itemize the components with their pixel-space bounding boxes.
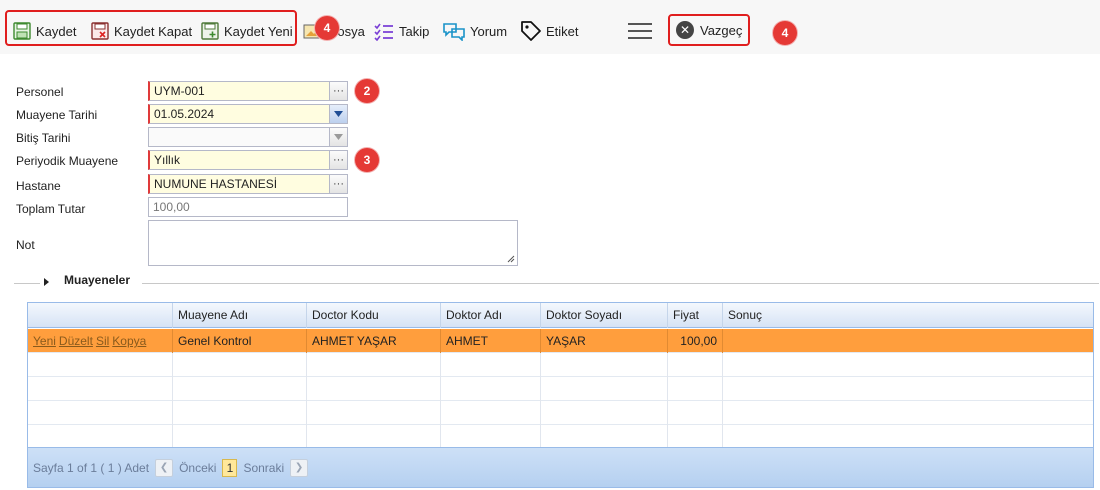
sil-link[interactable]: Sil: [96, 334, 109, 348]
kaydet-kapat-button[interactable]: Kaydet Kapat: [90, 18, 192, 44]
periyodik-lookup-button[interactable]: ···: [329, 151, 347, 169]
muayene-tarihi-value: 01.05.2024: [154, 107, 215, 121]
yeni-link[interactable]: Yeni: [33, 334, 56, 348]
kaydet-yeni-label: Kaydet Yeni: [224, 23, 293, 39]
next-page-icon[interactable]: ❯: [290, 458, 309, 477]
expand-arrow-icon[interactable]: [44, 278, 49, 286]
toplam-tutar-field: 100,00: [148, 197, 348, 217]
kaydet-yeni-button[interactable]: Kaydet Yeni: [200, 18, 293, 44]
kaydet-button[interactable]: Kaydet: [12, 18, 76, 44]
cell-fiyat: 100,00: [668, 329, 723, 353]
save-new-icon: [201, 22, 219, 40]
grid-header: Muayene Adı Doctor Kodu Doktor Adı Dokto…: [28, 303, 1093, 328]
hastane-value: NUMUNE HASTANESİ: [154, 177, 278, 191]
prev-page-label[interactable]: Önceki: [179, 461, 216, 475]
duzelt-link[interactable]: Düzelt: [59, 334, 93, 348]
etiket-label: Etiket: [546, 23, 579, 39]
yorum-label: Yorum: [470, 23, 508, 39]
column-header-actions: [28, 303, 173, 328]
table-row[interactable]: Yeni Düzelt Sil Kopya Genel Kontrol AHMET Y…: [28, 329, 1093, 353]
section-title[interactable]: Muayeneler: [64, 273, 130, 287]
periyodik-step-badge: 3: [355, 148, 379, 172]
cell-doctor-kodu: AHMET YAŞAR: [307, 329, 441, 353]
section-divider-right: [142, 283, 1099, 284]
kaydet-label: Kaydet: [36, 23, 77, 39]
hastane-field[interactable]: NUMUNE HASTANESİ ···: [148, 174, 348, 194]
save-close-icon: [91, 22, 109, 40]
vazgec-label: Vazgeç: [700, 22, 743, 38]
empty-row: [28, 401, 1093, 425]
section-divider-left: [14, 283, 40, 284]
not-textarea[interactable]: [148, 220, 518, 266]
personel-label: Personel: [16, 85, 64, 99]
takip-label: Takip: [399, 23, 430, 39]
takip-button[interactable]: Takip: [373, 18, 429, 44]
toolbar-step-badge: 4: [315, 16, 339, 40]
toplam-tutar-value: 100,00: [153, 200, 190, 214]
close-icon: ✕: [676, 21, 694, 39]
periyodik-muayene-field[interactable]: Yıllık ···: [148, 150, 348, 170]
column-header-sonuc[interactable]: Sonuç: [723, 303, 1095, 328]
bitis-tarihi-label: Bitiş Tarihi: [16, 131, 71, 145]
etiket-button[interactable]: Etiket: [520, 18, 579, 44]
column-header-doktor-soyadi[interactable]: Doktor Soyadı: [541, 303, 668, 328]
periyodik-muayene-value: Yıllık: [154, 153, 181, 167]
toplam-tutar-label: Toplam Tutar: [16, 202, 86, 216]
periyodik-muayene-label: Periyodik Muayene: [16, 154, 119, 168]
prev-page-icon[interactable]: ❮: [155, 458, 174, 477]
row-actions: Yeni Düzelt Sil Kopya: [28, 329, 173, 353]
not-label: Not: [16, 238, 35, 252]
resize-grip-icon[interactable]: [507, 255, 515, 263]
personel-field[interactable]: UYM-001 ···: [148, 81, 348, 101]
cell-doktor-adi: AHMET: [441, 329, 541, 353]
checklist-icon: [374, 23, 393, 41]
personel-step-badge: 2: [355, 79, 379, 103]
column-header-doktor-adi[interactable]: Doktor Adı: [441, 303, 541, 328]
chevron-down-icon[interactable]: [329, 128, 347, 146]
vazgec-button[interactable]: ✕ Vazgeç: [668, 14, 750, 46]
next-page-label[interactable]: Sonraki: [243, 461, 284, 475]
column-header-muayene-adi[interactable]: Muayene Adı: [173, 303, 307, 328]
empty-row: [28, 353, 1093, 377]
column-header-fiyat[interactable]: Fiyat: [668, 303, 723, 328]
comments-icon: [443, 23, 465, 41]
toolbar: Kaydet Kaydet Kapat Kaydet Yeni Dosya 4 …: [0, 0, 1100, 54]
pager: Sayfa 1 of 1 ( 1 ) Adet ❮ Önceki 1 Sonra…: [28, 447, 1093, 487]
column-header-doctor-kodu[interactable]: Doctor Kodu: [307, 303, 441, 328]
hastane-label: Hastane: [16, 179, 61, 193]
empty-row: [28, 377, 1093, 401]
muayeneler-grid: Muayene Adı Doctor Kodu Doktor Adı Dokto…: [27, 302, 1094, 488]
kopya-link[interactable]: Kopya: [112, 334, 146, 348]
cell-muayene-adi: Genel Kontrol: [173, 329, 307, 353]
kaydet-kapat-label: Kaydet Kapat: [114, 23, 193, 39]
current-page[interactable]: 1: [222, 458, 238, 477]
hastane-lookup-button[interactable]: ···: [329, 175, 347, 193]
bitis-tarihi-field[interactable]: [148, 127, 348, 147]
empty-row: [28, 425, 1093, 449]
muayene-tarihi-field[interactable]: 01.05.2024: [148, 104, 348, 124]
pager-info: Sayfa 1 of 1 ( 1 ) Adet: [33, 460, 150, 475]
tag-icon: [521, 21, 541, 41]
save-icon: [13, 22, 31, 40]
personel-lookup-button[interactable]: ···: [329, 82, 347, 100]
menu-icon[interactable]: [628, 23, 652, 39]
cell-doktor-soyadi: YAŞAR: [541, 329, 668, 353]
yorum-button[interactable]: Yorum: [442, 18, 507, 44]
muayene-tarihi-label: Muayene Tarihi: [16, 108, 98, 122]
date-dropdown-icon[interactable]: [329, 105, 347, 123]
vazgec-step-badge: 4: [773, 21, 797, 45]
personel-value: UYM-001: [154, 84, 205, 98]
cell-sonuc: [723, 329, 1095, 353]
